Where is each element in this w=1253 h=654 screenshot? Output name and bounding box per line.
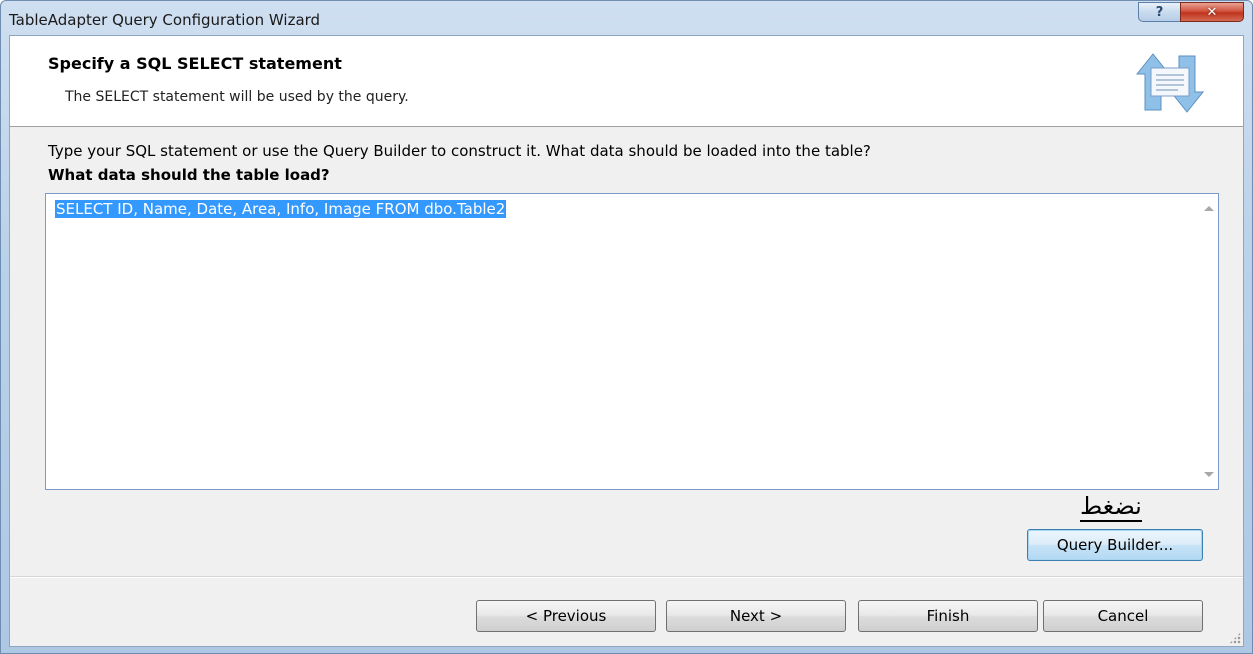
page-subtitle: The SELECT statement will be used by the… bbox=[65, 89, 409, 105]
previous-button[interactable]: < Previous bbox=[476, 600, 656, 632]
arabic-annotation: نضغط bbox=[1080, 492, 1142, 522]
help-icon: ? bbox=[1155, 4, 1164, 20]
chevron-down-icon[interactable] bbox=[1204, 472, 1214, 477]
close-button[interactable]: ✕ bbox=[1180, 2, 1244, 22]
sql-statement-textarea[interactable]: SELECT ID, Name, Date, Area, Info, Image… bbox=[45, 193, 1219, 490]
instruction-text: Type your SQL statement or use the Query… bbox=[48, 142, 871, 160]
vertical-scrollbar[interactable] bbox=[1200, 194, 1218, 489]
wizard-header: Specify a SQL SELECT statement The SELEC… bbox=[10, 36, 1243, 127]
sql-statement-text: SELECT ID, Name, Date, Area, Info, Image… bbox=[55, 200, 507, 218]
footer-divider bbox=[10, 576, 1243, 578]
cancel-button[interactable]: Cancel bbox=[1043, 600, 1203, 632]
database-sync-arrows-icon bbox=[1133, 50, 1207, 116]
page-title: Specify a SQL SELECT statement bbox=[48, 54, 342, 73]
query-builder-button[interactable]: Query Builder... bbox=[1027, 529, 1203, 561]
title-bar[interactable]: TableAdapter Query Configuration Wizard … bbox=[1, 1, 1252, 35]
close-icon: ✕ bbox=[1206, 4, 1218, 20]
next-button[interactable]: Next > bbox=[666, 600, 846, 632]
dialog-client-area: Specify a SQL SELECT statement The SELEC… bbox=[9, 35, 1244, 647]
caption-buttons: ? ✕ bbox=[1138, 2, 1244, 22]
help-button[interactable]: ? bbox=[1138, 2, 1180, 22]
resize-grip-icon[interactable] bbox=[1229, 632, 1241, 644]
question-label: What data should the table load? bbox=[48, 166, 330, 184]
wizard-window: TableAdapter Query Configuration Wizard … bbox=[0, 0, 1253, 654]
finish-button[interactable]: Finish bbox=[858, 600, 1038, 632]
window-title: TableAdapter Query Configuration Wizard bbox=[9, 11, 321, 29]
chevron-up-icon[interactable] bbox=[1204, 206, 1214, 211]
